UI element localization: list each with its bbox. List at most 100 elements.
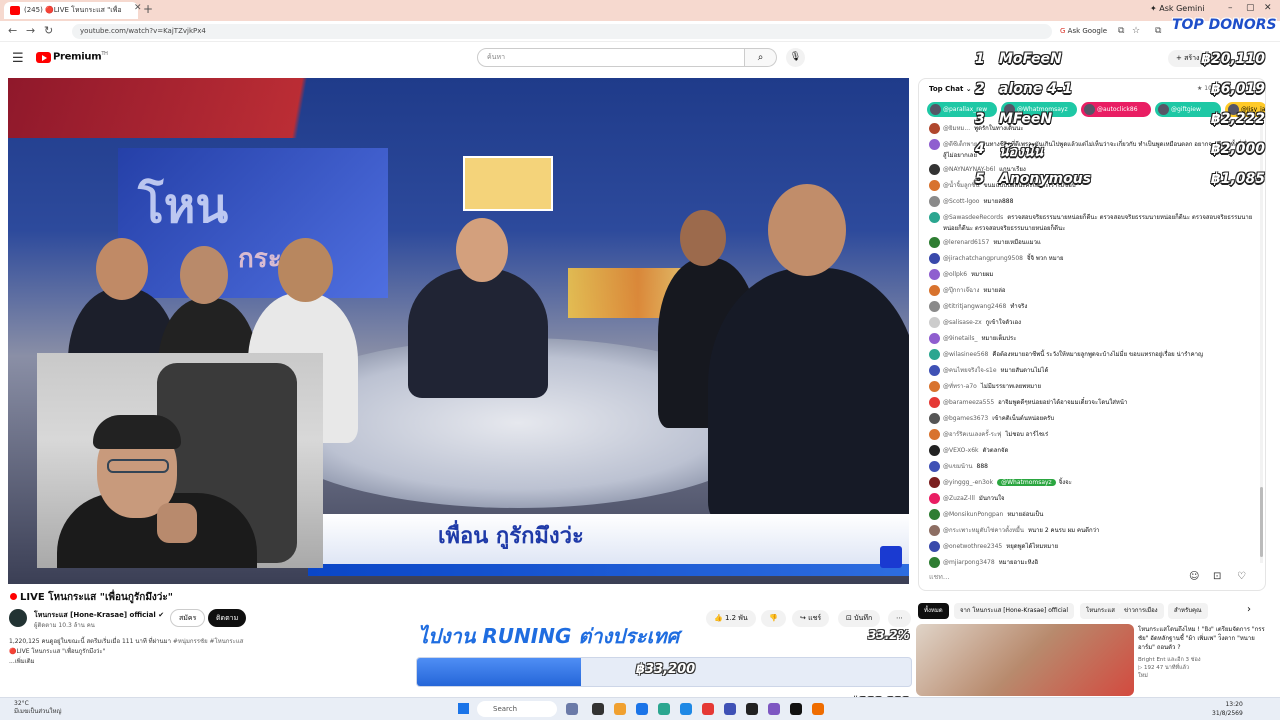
chat-avatar[interactable] [929, 429, 940, 440]
weather-widget[interactable]: 32°C มีเมฆเป็นส่วนใหญ่ [14, 700, 62, 716]
browser-tab[interactable]: (245) 🔴LIVE โหนกระแส "เพื่อ [4, 2, 138, 19]
chat-username[interactable]: @salisase-zx [943, 319, 982, 326]
app-icon[interactable] [746, 703, 758, 715]
reload-icon[interactable]: ↻ [44, 24, 53, 37]
related-video-title[interactable]: โหนกระแสโดนถึงไหม ! "ยิง" เตรียมจัดการ "… [1138, 625, 1268, 652]
chat-username[interactable]: @อาร์ริคเนเลงครั้-ระฟุ [943, 431, 1001, 438]
chat-avatar[interactable] [929, 269, 940, 280]
chat-avatar[interactable] [929, 365, 940, 376]
join-button[interactable]: สมัคร [170, 609, 206, 627]
chat-username[interactable]: @ZuzaZ-lll [943, 495, 975, 502]
chat-avatar[interactable] [929, 541, 940, 552]
chat-avatar[interactable] [929, 285, 940, 296]
chat-username[interactable]: @mjiarpong3478 [943, 559, 995, 566]
app-icon[interactable] [658, 703, 670, 715]
chat-avatar[interactable] [929, 253, 940, 264]
chat-avatar[interactable] [929, 123, 940, 134]
minimize-icon[interactable]: – [1228, 3, 1233, 13]
chat-avatar[interactable] [929, 164, 940, 175]
chat-avatar[interactable] [929, 301, 940, 312]
related-tab[interactable]: จาก โหนกระแส [Hone-Krasae] official [954, 603, 1075, 619]
video-description[interactable]: 1,220,125 คนดูอยู่ในขณะนี้ สตรีมเริ่มเมื… [9, 637, 409, 675]
related-tab[interactable]: โหนกระแส [1080, 603, 1121, 619]
file-explorer-icon[interactable] [592, 703, 604, 715]
obs-icon[interactable] [790, 703, 802, 715]
chat-username[interactable]: @VEXO-x6k [943, 447, 979, 454]
chat-username[interactable]: @คนไทยจริงใจ-s1e [943, 367, 997, 374]
related-tab[interactable]: สำหรับคุณ [1168, 603, 1208, 619]
app-icon[interactable] [724, 703, 736, 715]
close-tab-icon[interactable]: ✕ [134, 3, 142, 13]
chat-mention[interactable]: @Whatmomsayz [997, 479, 1056, 486]
chat-avatar[interactable] [929, 445, 940, 456]
chat-username[interactable]: @MonsikunPongpan [943, 511, 1003, 518]
chat-avatar[interactable] [929, 413, 940, 424]
system-clock[interactable]: 13:20 31/8/2569 [1212, 700, 1243, 718]
chat-username[interactable]: @9inetails_ [943, 335, 977, 342]
chat-username[interactable]: @ยิมหม... [943, 125, 970, 132]
chat-username[interactable]: @titritjangwang2468 [943, 303, 1006, 310]
save-button[interactable]: ⊡ บันทึก [838, 610, 881, 627]
chat-username[interactable]: @ทั่ทรา-a7o [943, 383, 977, 390]
related-tab[interactable]: ข่าวการเมือง [1118, 603, 1164, 619]
channel-avatar[interactable] [9, 609, 27, 627]
more-actions-button[interactable]: ⋯ [888, 610, 911, 627]
youtube-premium-logo[interactable]: PremiumTH [53, 51, 108, 62]
chat-username[interactable]: @lerenard6157 [943, 239, 989, 246]
chat-username[interactable]: @กระเพาะหมูตับไซ่คาวตั้งหมื้น [943, 527, 1024, 534]
window-close-icon[interactable]: ✕ [1264, 3, 1272, 13]
chat-avatar[interactable] [929, 212, 940, 223]
chat-username[interactable]: @ollpk6 [943, 271, 967, 278]
chat-avatar[interactable] [929, 525, 940, 536]
heart-icon[interactable]: ♡ [1237, 571, 1246, 582]
chat-avatar[interactable] [929, 493, 940, 504]
ask-gemini-button[interactable]: ✦ Ask Gemini [1150, 4, 1205, 13]
dislike-button[interactable]: 👎 [761, 610, 786, 627]
top-chat-dropdown[interactable]: Top Chat ⌄ [929, 85, 972, 93]
related-video-thumbnail[interactable] [916, 624, 1134, 696]
chat-avatar[interactable] [929, 139, 940, 150]
chat-username[interactable]: @barameeza555 [943, 399, 994, 406]
voice-search-button[interactable]: 🎙 [786, 48, 805, 67]
chat-avatar[interactable] [929, 237, 940, 248]
search-input[interactable]: ค้นหา [477, 48, 745, 67]
chat-scroll-thumb[interactable] [1260, 487, 1263, 557]
subscribe-button[interactable]: ติดตาม [208, 609, 247, 627]
folder-icon[interactable] [614, 703, 626, 715]
cast-icon[interactable]: ⧉ [1118, 26, 1124, 36]
chat-avatar[interactable] [929, 461, 940, 472]
chat-avatar[interactable] [929, 349, 940, 360]
back-icon[interactable]: ← [8, 24, 17, 37]
chat-username[interactable]: @Scott-lgoo [943, 198, 979, 205]
chat-avatar[interactable] [929, 196, 940, 207]
app-icon[interactable] [812, 703, 824, 715]
taskbar-search[interactable]: Search [477, 701, 557, 717]
chat-username[interactable]: @onetwothree2345 [943, 543, 1002, 550]
chat-username[interactable]: @แขมน้าน [943, 463, 973, 470]
youtube-logo-icon[interactable] [36, 52, 51, 63]
windows-start-icon[interactable] [458, 703, 469, 714]
chat-avatar[interactable] [929, 477, 940, 488]
chat-username[interactable]: @ดีซีเด็กพาย [943, 141, 977, 148]
task-view-icon[interactable] [566, 703, 578, 715]
menu-icon[interactable]: ☰ [12, 51, 24, 66]
chat-avatar[interactable] [929, 333, 940, 344]
chat-avatar[interactable] [929, 317, 940, 328]
chat-avatar[interactable] [929, 381, 940, 392]
chat-avatar[interactable] [929, 180, 940, 191]
show-more-link[interactable]: ...เพิ่มเติม [9, 657, 409, 667]
bookmark-star-icon[interactable]: ☆ [1132, 26, 1140, 36]
chat-avatar[interactable] [929, 509, 940, 520]
chat-avatar[interactable] [929, 557, 940, 568]
like-button[interactable]: 👍 1.2 พัน [706, 610, 756, 627]
extensions-icon[interactable]: ⧉ [1155, 26, 1161, 36]
maximize-icon[interactable]: ▢ [1246, 3, 1255, 13]
related-tab[interactable]: ทั้งหมด [918, 603, 949, 619]
discord-icon[interactable] [768, 703, 780, 715]
share-button[interactable]: ↪ แชร์ [792, 610, 830, 627]
hashtags[interactable]: #หนุ่มกรรชัย #โหนกระแส [173, 638, 244, 645]
chevron-right-icon[interactable]: › [1247, 604, 1251, 615]
edge-icon[interactable] [636, 703, 648, 715]
chat-username[interactable]: @SawasdeeRecords [943, 214, 1003, 221]
chat-avatar[interactable] [929, 397, 940, 408]
